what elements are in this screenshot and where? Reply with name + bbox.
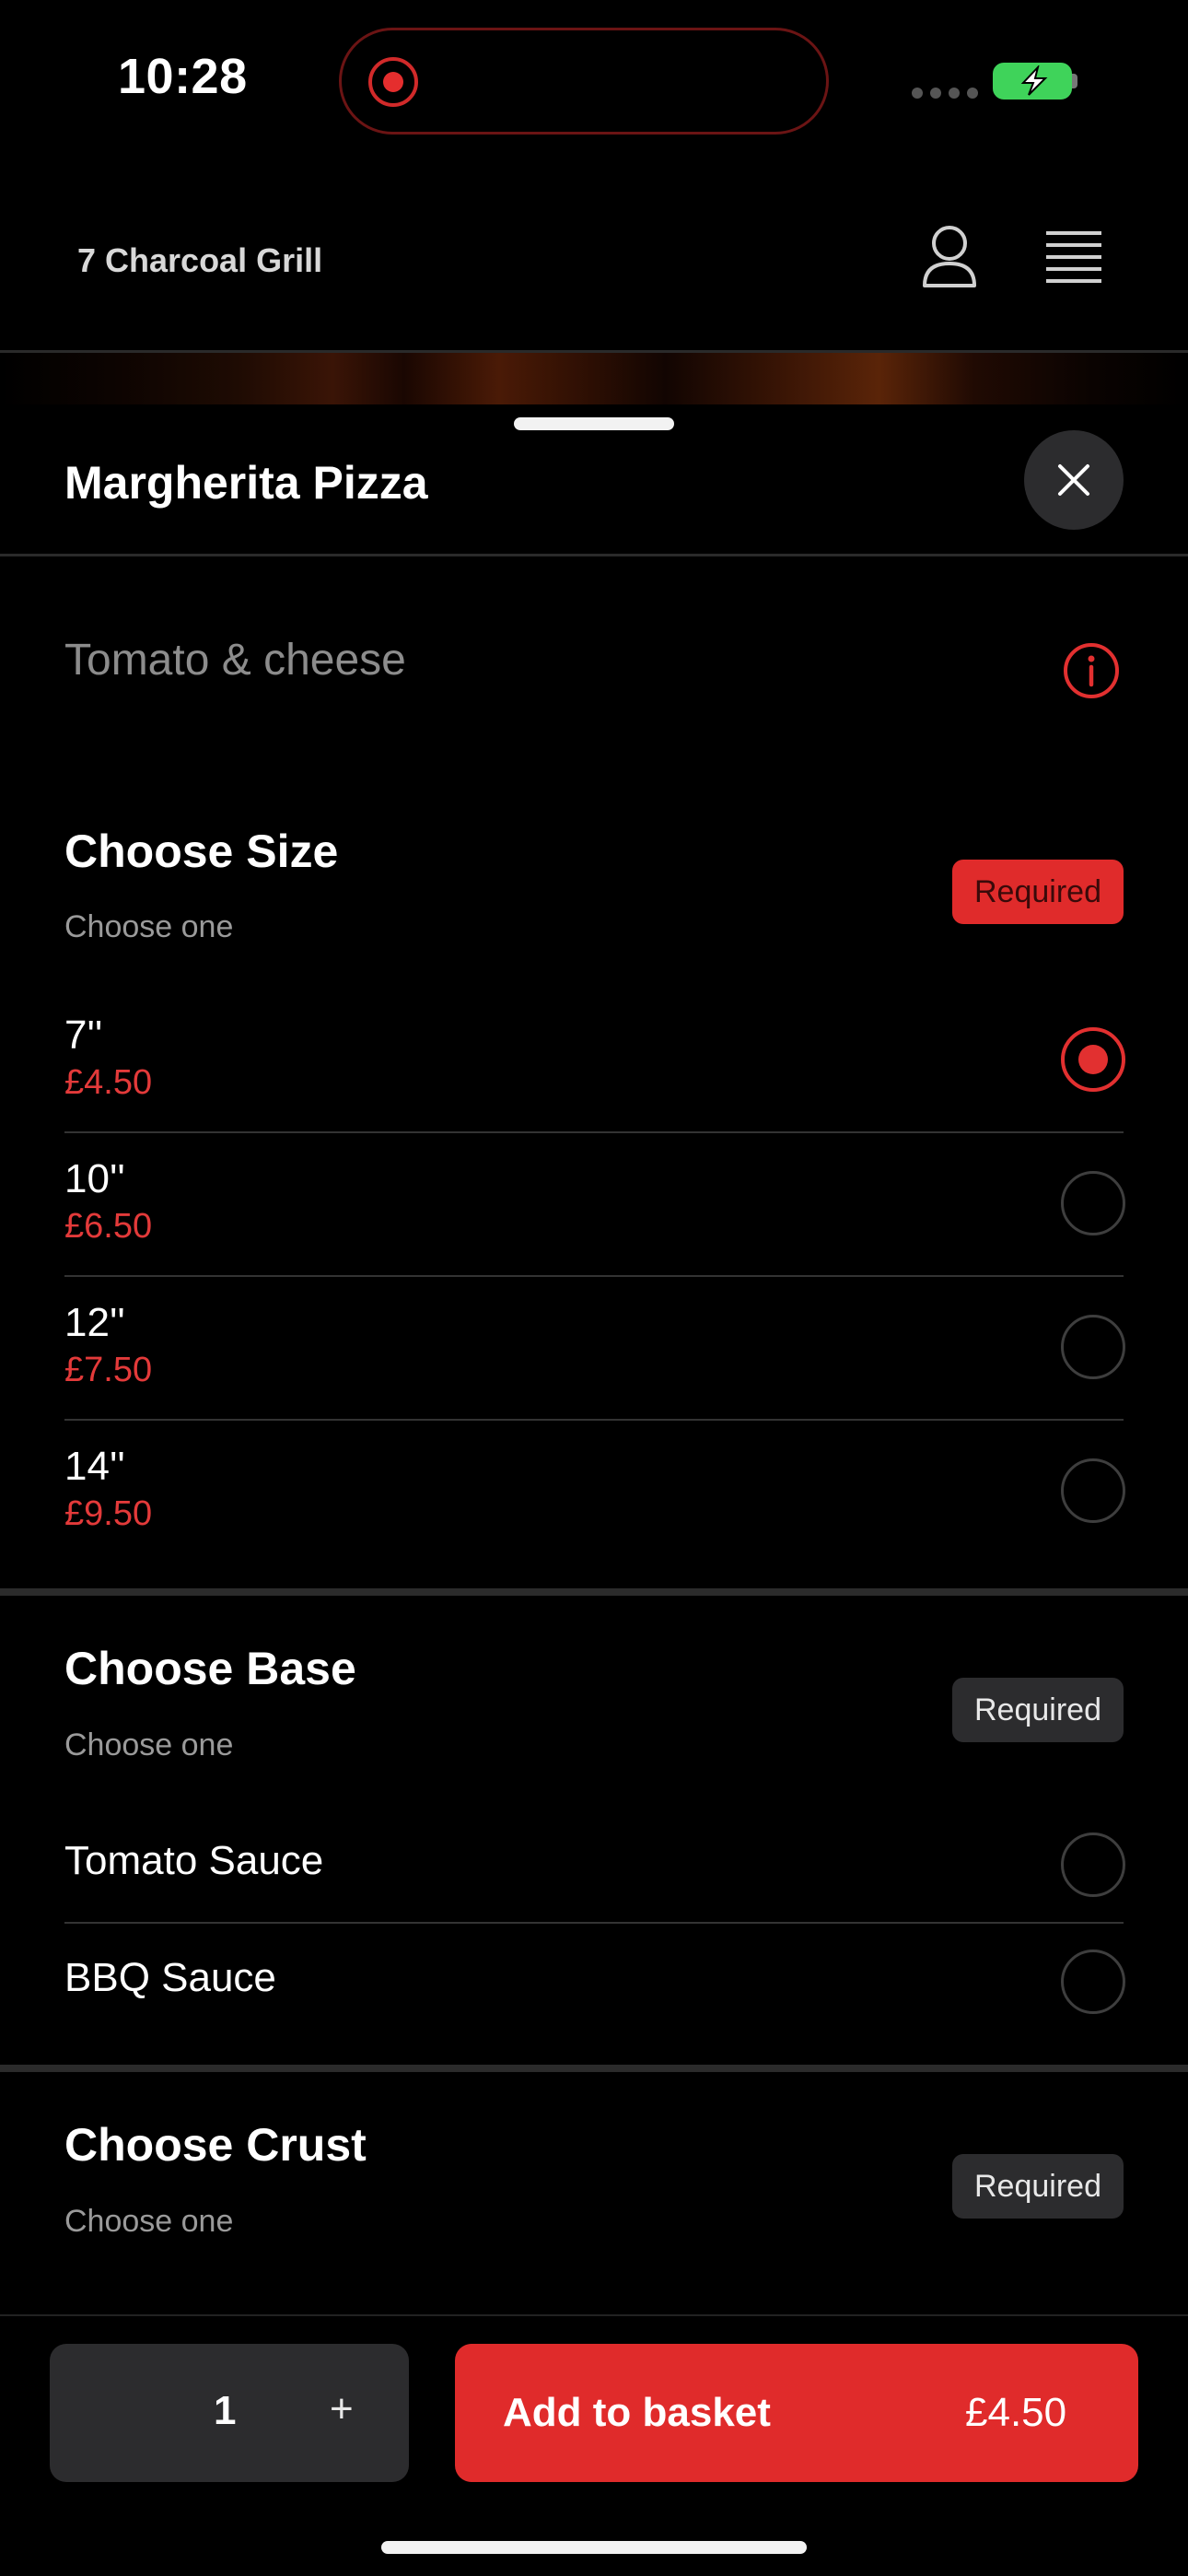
base-option-name[interactable]: Tomato Sauce bbox=[64, 1838, 323, 1884]
row-divider bbox=[64, 1275, 1124, 1277]
size-option-price: £4.50 bbox=[64, 1063, 153, 1102]
size-option-radio[interactable] bbox=[1061, 1315, 1125, 1379]
status-time: 10:28 bbox=[118, 49, 248, 104]
size-option-radio[interactable] bbox=[1061, 1458, 1125, 1523]
add-to-basket-price[interactable]: £4.50 bbox=[965, 2390, 1066, 2436]
close-icon bbox=[1058, 464, 1089, 496]
size-section-title: Choose Size bbox=[64, 825, 339, 877]
user-icon[interactable] bbox=[921, 225, 978, 294]
base-option-radio[interactable] bbox=[1061, 1832, 1125, 1897]
base-section-subtitle: Choose one bbox=[64, 1727, 234, 1762]
size-option-name[interactable]: 10'' bbox=[64, 1156, 125, 1202]
home-indicator[interactable] bbox=[381, 2541, 807, 2554]
size-option-price: £9.50 bbox=[64, 1494, 153, 1533]
size-option-radio-selected[interactable] bbox=[1061, 1027, 1125, 1092]
title-divider bbox=[0, 554, 1188, 556]
quantity-increase-button[interactable]: + bbox=[330, 2386, 354, 2432]
recording-indicator-icon bbox=[368, 57, 418, 107]
size-option-name[interactable]: 7'' bbox=[64, 1013, 102, 1059]
close-button[interactable] bbox=[1024, 430, 1124, 530]
base-required-badge: Required bbox=[952, 1678, 1124, 1742]
row-divider bbox=[64, 1419, 1124, 1421]
base-option-name[interactable]: BBQ Sauce bbox=[64, 1955, 276, 2001]
section-divider bbox=[0, 1588, 1188, 1596]
row-divider bbox=[64, 1131, 1124, 1133]
row-divider bbox=[64, 1922, 1124, 1924]
info-icon[interactable] bbox=[1063, 642, 1120, 704]
base-section-title: Choose Base bbox=[64, 1643, 356, 1694]
cellular-signal-icon bbox=[912, 88, 978, 99]
size-option-name[interactable]: 12'' bbox=[64, 1300, 125, 1346]
battery-cap bbox=[1072, 74, 1077, 88]
section-divider bbox=[0, 2065, 1188, 2072]
item-title: Margherita Pizza bbox=[64, 457, 428, 509]
hero-image-peek bbox=[0, 353, 1188, 404]
size-option-radio[interactable] bbox=[1061, 1171, 1125, 1235]
base-option-radio[interactable] bbox=[1061, 1950, 1125, 2014]
hamburger-menu-icon[interactable] bbox=[1044, 230, 1103, 288]
item-description: Tomato & cheese bbox=[64, 636, 406, 685]
size-required-badge: Required bbox=[952, 860, 1124, 924]
size-option-price: £6.50 bbox=[64, 1207, 153, 1246]
restaurant-name[interactable]: 7 Charcoal Grill bbox=[77, 241, 322, 280]
size-option-name[interactable]: 14'' bbox=[64, 1444, 125, 1490]
item-options-sheet: Margherita Pizza Tomato & cheese Choose … bbox=[0, 404, 1188, 2576]
crust-section-title: Choose Crust bbox=[64, 2119, 367, 2171]
crust-section-subtitle: Choose one bbox=[64, 2204, 234, 2239]
battery-charging-icon bbox=[993, 63, 1072, 100]
crust-required-badge: Required bbox=[952, 2154, 1124, 2219]
size-option-price: £7.50 bbox=[64, 1351, 153, 1389]
sheet-grabber[interactable] bbox=[514, 417, 674, 430]
add-to-basket-label[interactable]: Add to basket bbox=[503, 2390, 771, 2436]
size-section-subtitle: Choose one bbox=[64, 909, 234, 944]
quantity-value: 1 bbox=[214, 2388, 237, 2433]
